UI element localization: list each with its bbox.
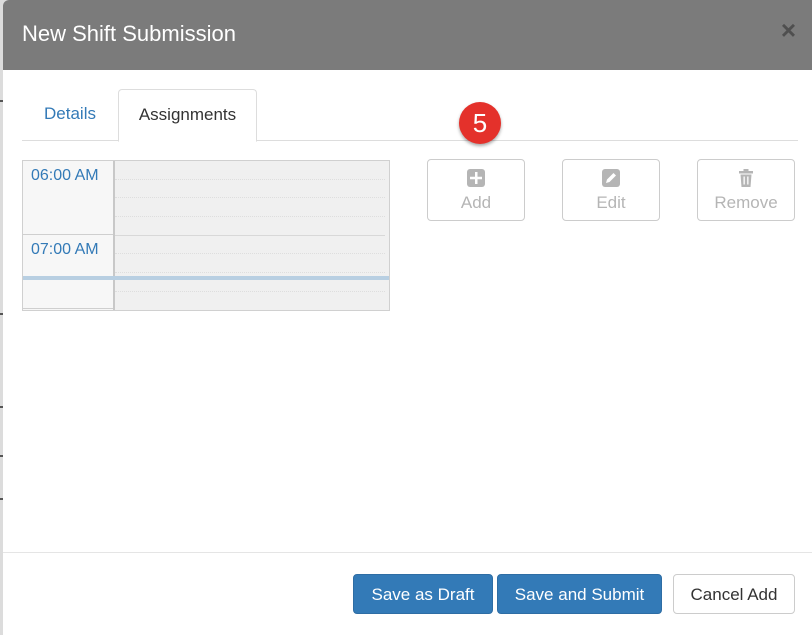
- pencil-icon: [602, 169, 620, 187]
- grid-line: [115, 197, 385, 198]
- trash-icon: [739, 169, 753, 187]
- remove-button[interactable]: Remove: [697, 159, 795, 221]
- current-time-indicator: [23, 276, 389, 280]
- tab-details[interactable]: Details: [22, 89, 118, 139]
- time-slot: 06:00 AM: [23, 161, 113, 235]
- edit-button[interactable]: Edit: [562, 159, 660, 221]
- shift-submission-modal: New Shift Submission × Details Assignmen…: [3, 0, 812, 635]
- cancel-add-button[interactable]: Cancel Add: [673, 574, 795, 614]
- save-and-submit-button[interactable]: Save and Submit: [497, 574, 662, 614]
- modal-title: New Shift Submission: [22, 21, 236, 46]
- tab-bar: Details Assignments: [22, 89, 798, 142]
- time-label: 06:00 AM: [31, 167, 99, 184]
- grid-line: [115, 272, 385, 273]
- time-column: 06:00 AM 07:00 AM: [23, 161, 115, 310]
- grid-line: [115, 235, 385, 236]
- time-label: 07:00 AM: [31, 241, 99, 258]
- grid-line: [115, 216, 385, 217]
- step-badge: 5: [459, 102, 501, 144]
- plus-square-icon: [467, 169, 485, 187]
- tab-assignments[interactable]: Assignments: [118, 89, 257, 142]
- grid-line: [115, 179, 385, 180]
- schedule-calendar[interactable]: 06:00 AM 07:00 AM: [22, 160, 390, 311]
- add-label: Add: [460, 193, 492, 212]
- edit-label: Edit: [596, 193, 626, 212]
- close-icon[interactable]: ×: [781, 17, 796, 43]
- time-slot: 07:00 AM: [23, 235, 113, 309]
- save-as-draft-button[interactable]: Save as Draft: [353, 574, 493, 614]
- add-button[interactable]: Add: [427, 159, 525, 221]
- modal-header: New Shift Submission ×: [3, 0, 812, 70]
- remove-label: Remove: [714, 193, 778, 212]
- grid-line: [115, 253, 385, 254]
- modal-footer: Save as Draft Save and Submit Cancel Add: [3, 552, 812, 635]
- grid-line: [115, 291, 385, 292]
